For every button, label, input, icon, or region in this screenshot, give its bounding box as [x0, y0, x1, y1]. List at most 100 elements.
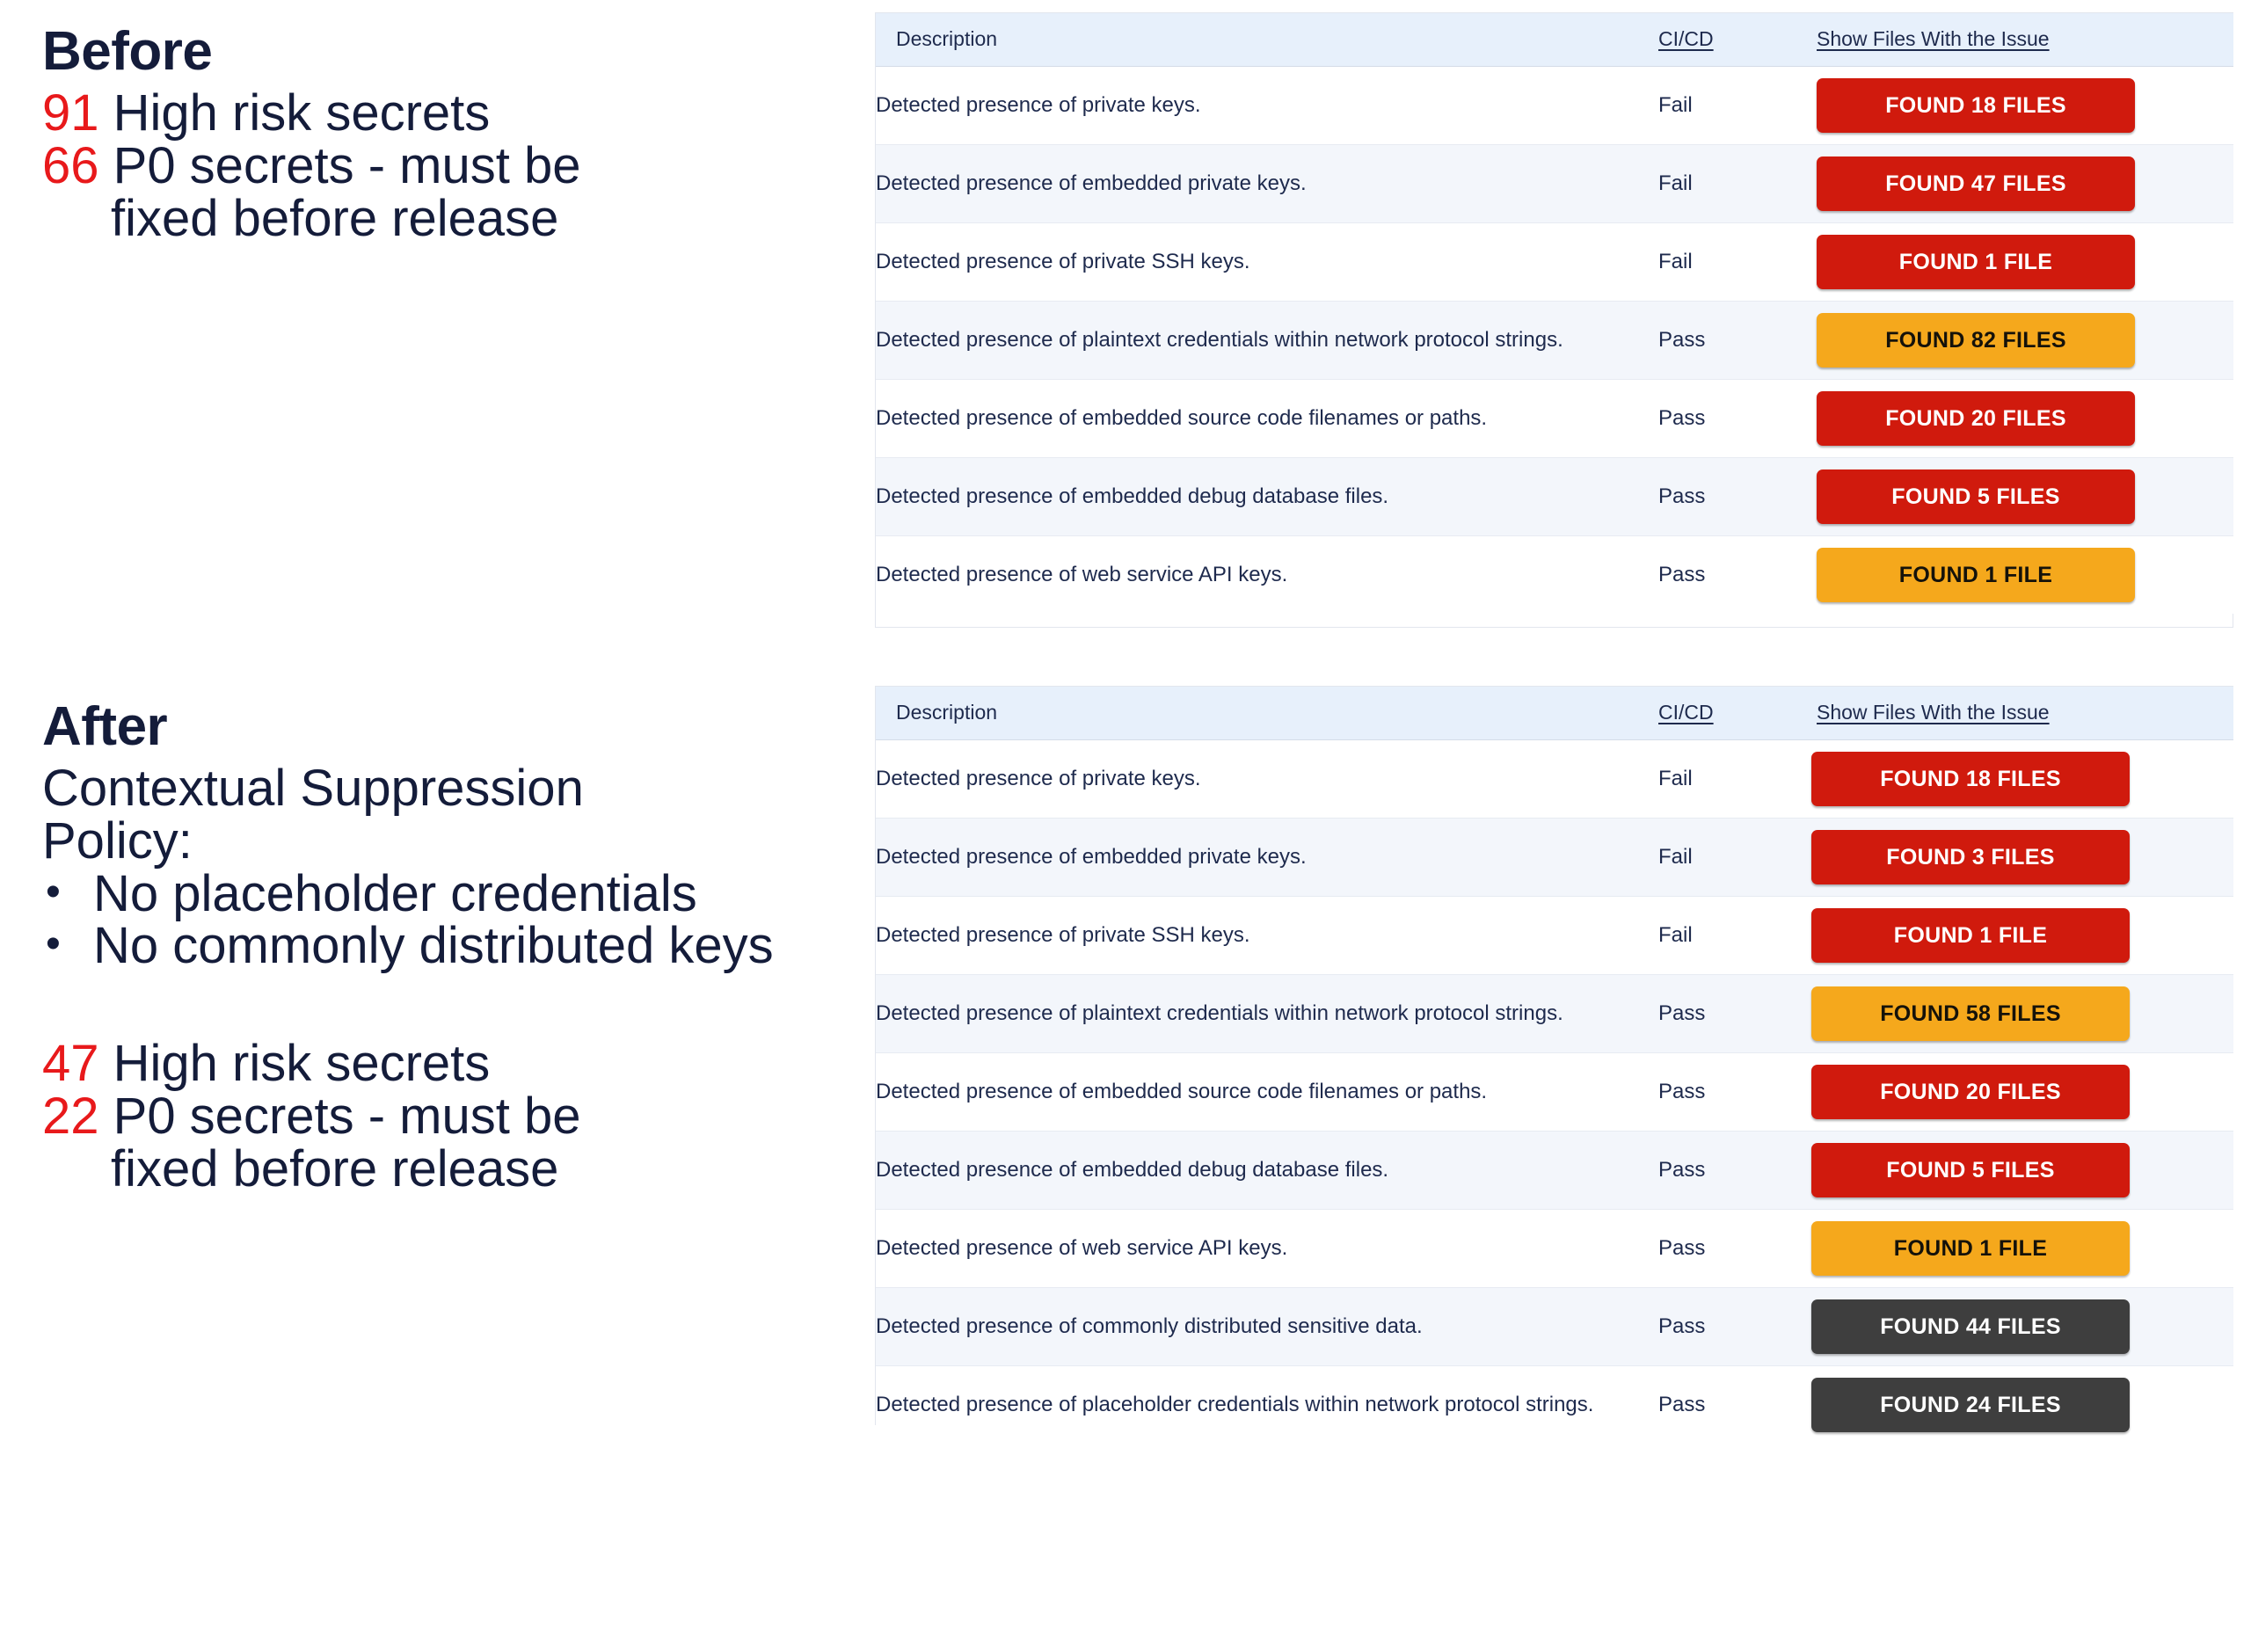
cell-cicd-status: Pass	[1658, 1052, 1817, 1132]
cell-show-files: FOUND 44 FILES	[1811, 1287, 2233, 1366]
column-header-cicd[interactable]: CI/CD	[1658, 687, 1817, 740]
cell-description: Detected presence of embedded debug data…	[876, 457, 1658, 536]
cell-show-files: FOUND 5 FILES	[1817, 457, 2233, 536]
policy-title-line2: Policy:	[42, 811, 193, 870]
cell-description: Detected presence of private SSH keys.	[876, 222, 1658, 302]
found-files-button[interactable]: FOUND 5 FILES	[1817, 469, 2135, 524]
column-header-label: Description	[896, 27, 998, 50]
after-p0-label-wrap: fixed before release	[111, 1139, 559, 1197]
cell-show-files: FOUND 18 FILES	[1817, 66, 2233, 145]
after-stat-high-risk: 47 High risk secrets	[42, 1037, 834, 1090]
table-row: Detected presence of web service API key…	[876, 535, 2233, 614]
cell-description: Detected presence of plaintext credentia…	[876, 974, 1658, 1053]
cell-show-files: FOUND 82 FILES	[1817, 301, 2233, 380]
cell-show-files: FOUND 1 FILE	[1811, 1209, 2233, 1288]
column-header-description: Description	[876, 687, 1658, 740]
found-files-button[interactable]: FOUND 44 FILES	[1811, 1299, 2130, 1354]
found-files-button[interactable]: FOUND 47 FILES	[1817, 156, 2135, 211]
column-header-cicd[interactable]: CI/CD	[1658, 13, 1817, 67]
found-files-button[interactable]: FOUND 18 FILES	[1811, 752, 2130, 806]
summary-panel: Before 91 High risk secrets 66 P0 secret…	[0, 0, 844, 1652]
cell-cicd-status: Fail	[1658, 222, 1817, 302]
found-files-button[interactable]: FOUND 18 FILES	[1817, 78, 2135, 133]
cell-show-files: FOUND 20 FILES	[1811, 1052, 2233, 1132]
table-header-before: Description CI/CD Show Files With the Is…	[876, 13, 2233, 67]
before-high-risk-count: 91	[42, 84, 99, 142]
cell-cicd-status: Fail	[1658, 896, 1817, 975]
before-p0-count: 66	[42, 136, 99, 194]
table-row: Detected presence of embedded debug data…	[876, 457, 2233, 536]
table-row: Detected presence of embedded private ke…	[876, 818, 2233, 897]
findings-table-before: Description CI/CD Show Files With the Is…	[875, 12, 2233, 628]
cell-cicd-status: Pass	[1658, 1287, 1817, 1366]
found-files-button[interactable]: FOUND 1 FILE	[1817, 548, 2135, 602]
table-row: Detected presence of private keys. Fail FO…	[876, 66, 2233, 145]
found-files-button[interactable]: FOUND 5 FILES	[1811, 1143, 2130, 1197]
column-header-label: Show Files With the Issue	[1817, 701, 2050, 724]
cell-cicd-status: Pass	[1658, 379, 1817, 458]
column-header-show-files[interactable]: Show Files With the Issue	[1817, 13, 2233, 67]
cell-cicd-status: Pass	[1658, 457, 1817, 536]
cell-cicd-status: Pass	[1658, 535, 1817, 614]
found-files-button[interactable]: FOUND 1 FILE	[1811, 908, 2130, 963]
after-block: After Contextual Suppression Policy: No …	[42, 695, 834, 1195]
found-files-button[interactable]: FOUND 1 FILE	[1811, 1221, 2130, 1276]
cell-description: Detected presence of embedded private ke…	[876, 818, 1658, 897]
findings-table-after: Description CI/CD Show Files With the Is…	[875, 686, 2233, 1444]
cell-show-files: FOUND 58 FILES	[1811, 974, 2233, 1053]
table-row: Detected presence of placeholder credent…	[876, 1365, 2233, 1444]
table-row: Detected presence of private SSH keys. Fa…	[876, 222, 2233, 302]
table-row: Detected presence of embedded source cod…	[876, 1052, 2233, 1132]
found-files-button[interactable]: FOUND 20 FILES	[1811, 1065, 2130, 1119]
table-row: Detected presence of plaintext credentia…	[876, 974, 2233, 1053]
table-body-before: Detected presence of private keys. Fail FO…	[876, 66, 2233, 614]
cell-show-files: FOUND 18 FILES	[1811, 739, 2233, 819]
found-files-button[interactable]: FOUND 82 FILES	[1817, 313, 2135, 368]
column-header-label: Description	[896, 701, 998, 724]
before-stat-p0: 66 P0 secrets - must be fixed before rel…	[42, 140, 834, 244]
table-row: Detected presence of embedded debug data…	[876, 1131, 2233, 1210]
table-row: Detected presence of embedded source cod…	[876, 379, 2233, 458]
cell-show-files: FOUND 24 FILES	[1811, 1365, 2233, 1444]
cell-description: Detected presence of web service API key…	[876, 535, 1658, 614]
cell-description: Detected presence of embedded private ke…	[876, 144, 1658, 223]
cell-description: Detected presence of plaintext credentia…	[876, 301, 1658, 380]
before-p0-label-wrap: fixed before release	[111, 189, 559, 247]
before-p0-label: P0 secrets - must be	[98, 136, 581, 194]
table-body-after: Detected presence of private keys. Fail FO…	[876, 739, 2233, 1444]
cell-cicd-status: Pass	[1658, 1365, 1817, 1444]
found-files-button[interactable]: FOUND 24 FILES	[1811, 1378, 2130, 1432]
cell-cicd-status: Fail	[1658, 739, 1817, 819]
cell-description: Detected presence of private keys.	[876, 739, 1658, 819]
column-header-label: CI/CD	[1658, 701, 1714, 724]
table-row: Detected presence of plaintext credentia…	[876, 301, 2233, 380]
cell-show-files: FOUND 5 FILES	[1811, 1131, 2233, 1210]
table-row: Detected presence of web service API key…	[876, 1209, 2233, 1288]
found-files-button[interactable]: FOUND 58 FILES	[1811, 986, 2130, 1041]
after-high-risk-label: High risk secrets	[98, 1035, 491, 1093]
column-header-label: Show Files With the Issue	[1817, 27, 2050, 50]
column-header-show-files[interactable]: Show Files With the Issue	[1817, 687, 2233, 740]
found-files-button[interactable]: FOUND 1 FILE	[1817, 235, 2135, 289]
policy-title-line1: Contextual Suppression	[42, 760, 584, 818]
table-row: Detected presence of embedded private ke…	[876, 144, 2233, 223]
table-row: Detected presence of private SSH keys. Fa…	[876, 896, 2233, 975]
after-heading: After	[42, 696, 168, 757]
before-high-risk-label: High risk secrets	[98, 84, 491, 142]
cell-cicd-status: Pass	[1658, 1209, 1817, 1288]
cell-description: Detected presence of embedded debug data…	[876, 1131, 1658, 1210]
table-row: Detected presence of commonly distribute…	[876, 1287, 2233, 1366]
found-files-button[interactable]: FOUND 3 FILES	[1811, 830, 2130, 884]
cell-show-files: FOUND 1 FILE	[1817, 222, 2233, 302]
found-files-button[interactable]: FOUND 20 FILES	[1817, 391, 2135, 446]
column-header-description: Description	[876, 13, 1658, 67]
table-header-row: Description CI/CD Show Files With the Is…	[876, 13, 2233, 67]
before-stat-high-risk: 91 High risk secrets	[42, 87, 834, 140]
cell-cicd-status: Fail	[1658, 818, 1817, 897]
table-header-row: Description CI/CD Show Files With the Is…	[876, 687, 2233, 740]
cell-description: Detected presence of commonly distribute…	[876, 1287, 1658, 1366]
table-header-after: Description CI/CD Show Files With the Is…	[876, 687, 2233, 740]
cell-cicd-status: Pass	[1658, 301, 1817, 380]
column-header-label: CI/CD	[1658, 27, 1714, 50]
